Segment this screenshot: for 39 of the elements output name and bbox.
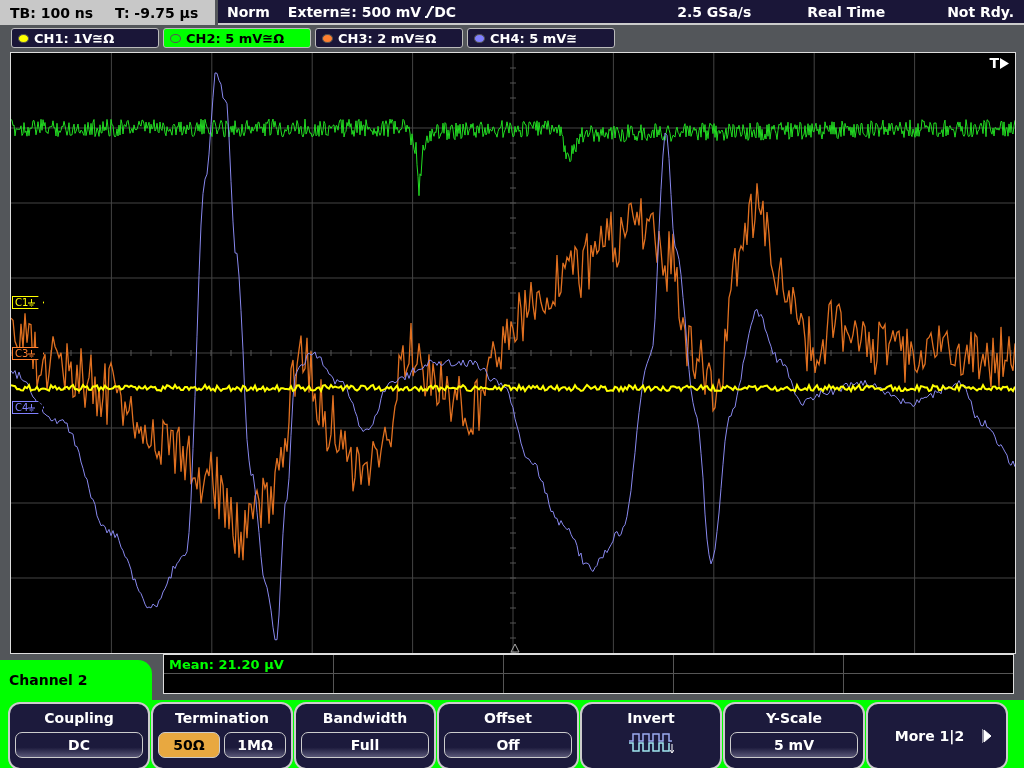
arrow-right-icon — [982, 728, 992, 743]
trigger-coupling: DC — [434, 3, 457, 20]
trigger-position-icon — [510, 643, 520, 653]
invert-softkey[interactable]: Invert — [580, 702, 722, 768]
softkey-label: Y-Scale — [766, 710, 822, 726]
trigger-label: T — [989, 55, 999, 71]
menu-title: Channel 2 — [9, 672, 88, 688]
arrow-right-icon — [1000, 57, 1009, 69]
ground-icon — [28, 349, 36, 358]
sample-rate: 2.5 GSa/s — [677, 3, 752, 20]
trigger-source: Extern≅: 500 mV — [287, 3, 422, 20]
inverted-square-wave-icon — [628, 732, 674, 754]
value-button[interactable]: DC — [15, 732, 143, 758]
timebase-reading: TB: 100 ns — [10, 4, 94, 21]
channel-tab[interactable]: CH3: 2 mV≅Ω — [315, 28, 463, 48]
trigger-mode: Norm — [227, 3, 270, 20]
channel-tab[interactable]: CH2: 5 mV≅Ω — [163, 28, 311, 48]
option-button[interactable]: 50Ω — [158, 732, 220, 758]
value-button[interactable]: 5 mV — [730, 732, 858, 758]
channel-marker[interactable]: C1 — [12, 296, 45, 309]
softkey-label: Coupling — [44, 710, 114, 726]
acquisition-mode: Real Time — [807, 3, 886, 20]
channel-marker[interactable]: C3 — [12, 347, 45, 360]
channel-marker[interactable]: C4 — [12, 401, 45, 414]
softkey-label: Bandwidth — [322, 710, 408, 726]
trigger-time-reading: T: -9.75 µs — [115, 4, 199, 21]
channel-tab[interactable]: CH1: 1V≅Ω — [11, 28, 159, 48]
softkey-label: Termination — [175, 710, 269, 726]
more-softkey[interactable]: More 1|2 — [866, 702, 1008, 768]
rising-edge-icon — [424, 4, 435, 19]
ground-icon — [28, 403, 36, 412]
acquisition-state: Not Rdy. — [947, 3, 1014, 20]
channel-tab[interactable]: CH4: 5 mV≅ — [467, 28, 615, 48]
measurement-reading: Mean: 21.20 µV — [169, 657, 284, 672]
option-button[interactable]: 1MΩ — [224, 732, 286, 758]
value-button[interactable]: Off — [444, 732, 572, 758]
ground-icon — [28, 298, 36, 307]
softkey-label: Offset — [484, 710, 532, 726]
value-button[interactable]: Full — [301, 732, 429, 758]
